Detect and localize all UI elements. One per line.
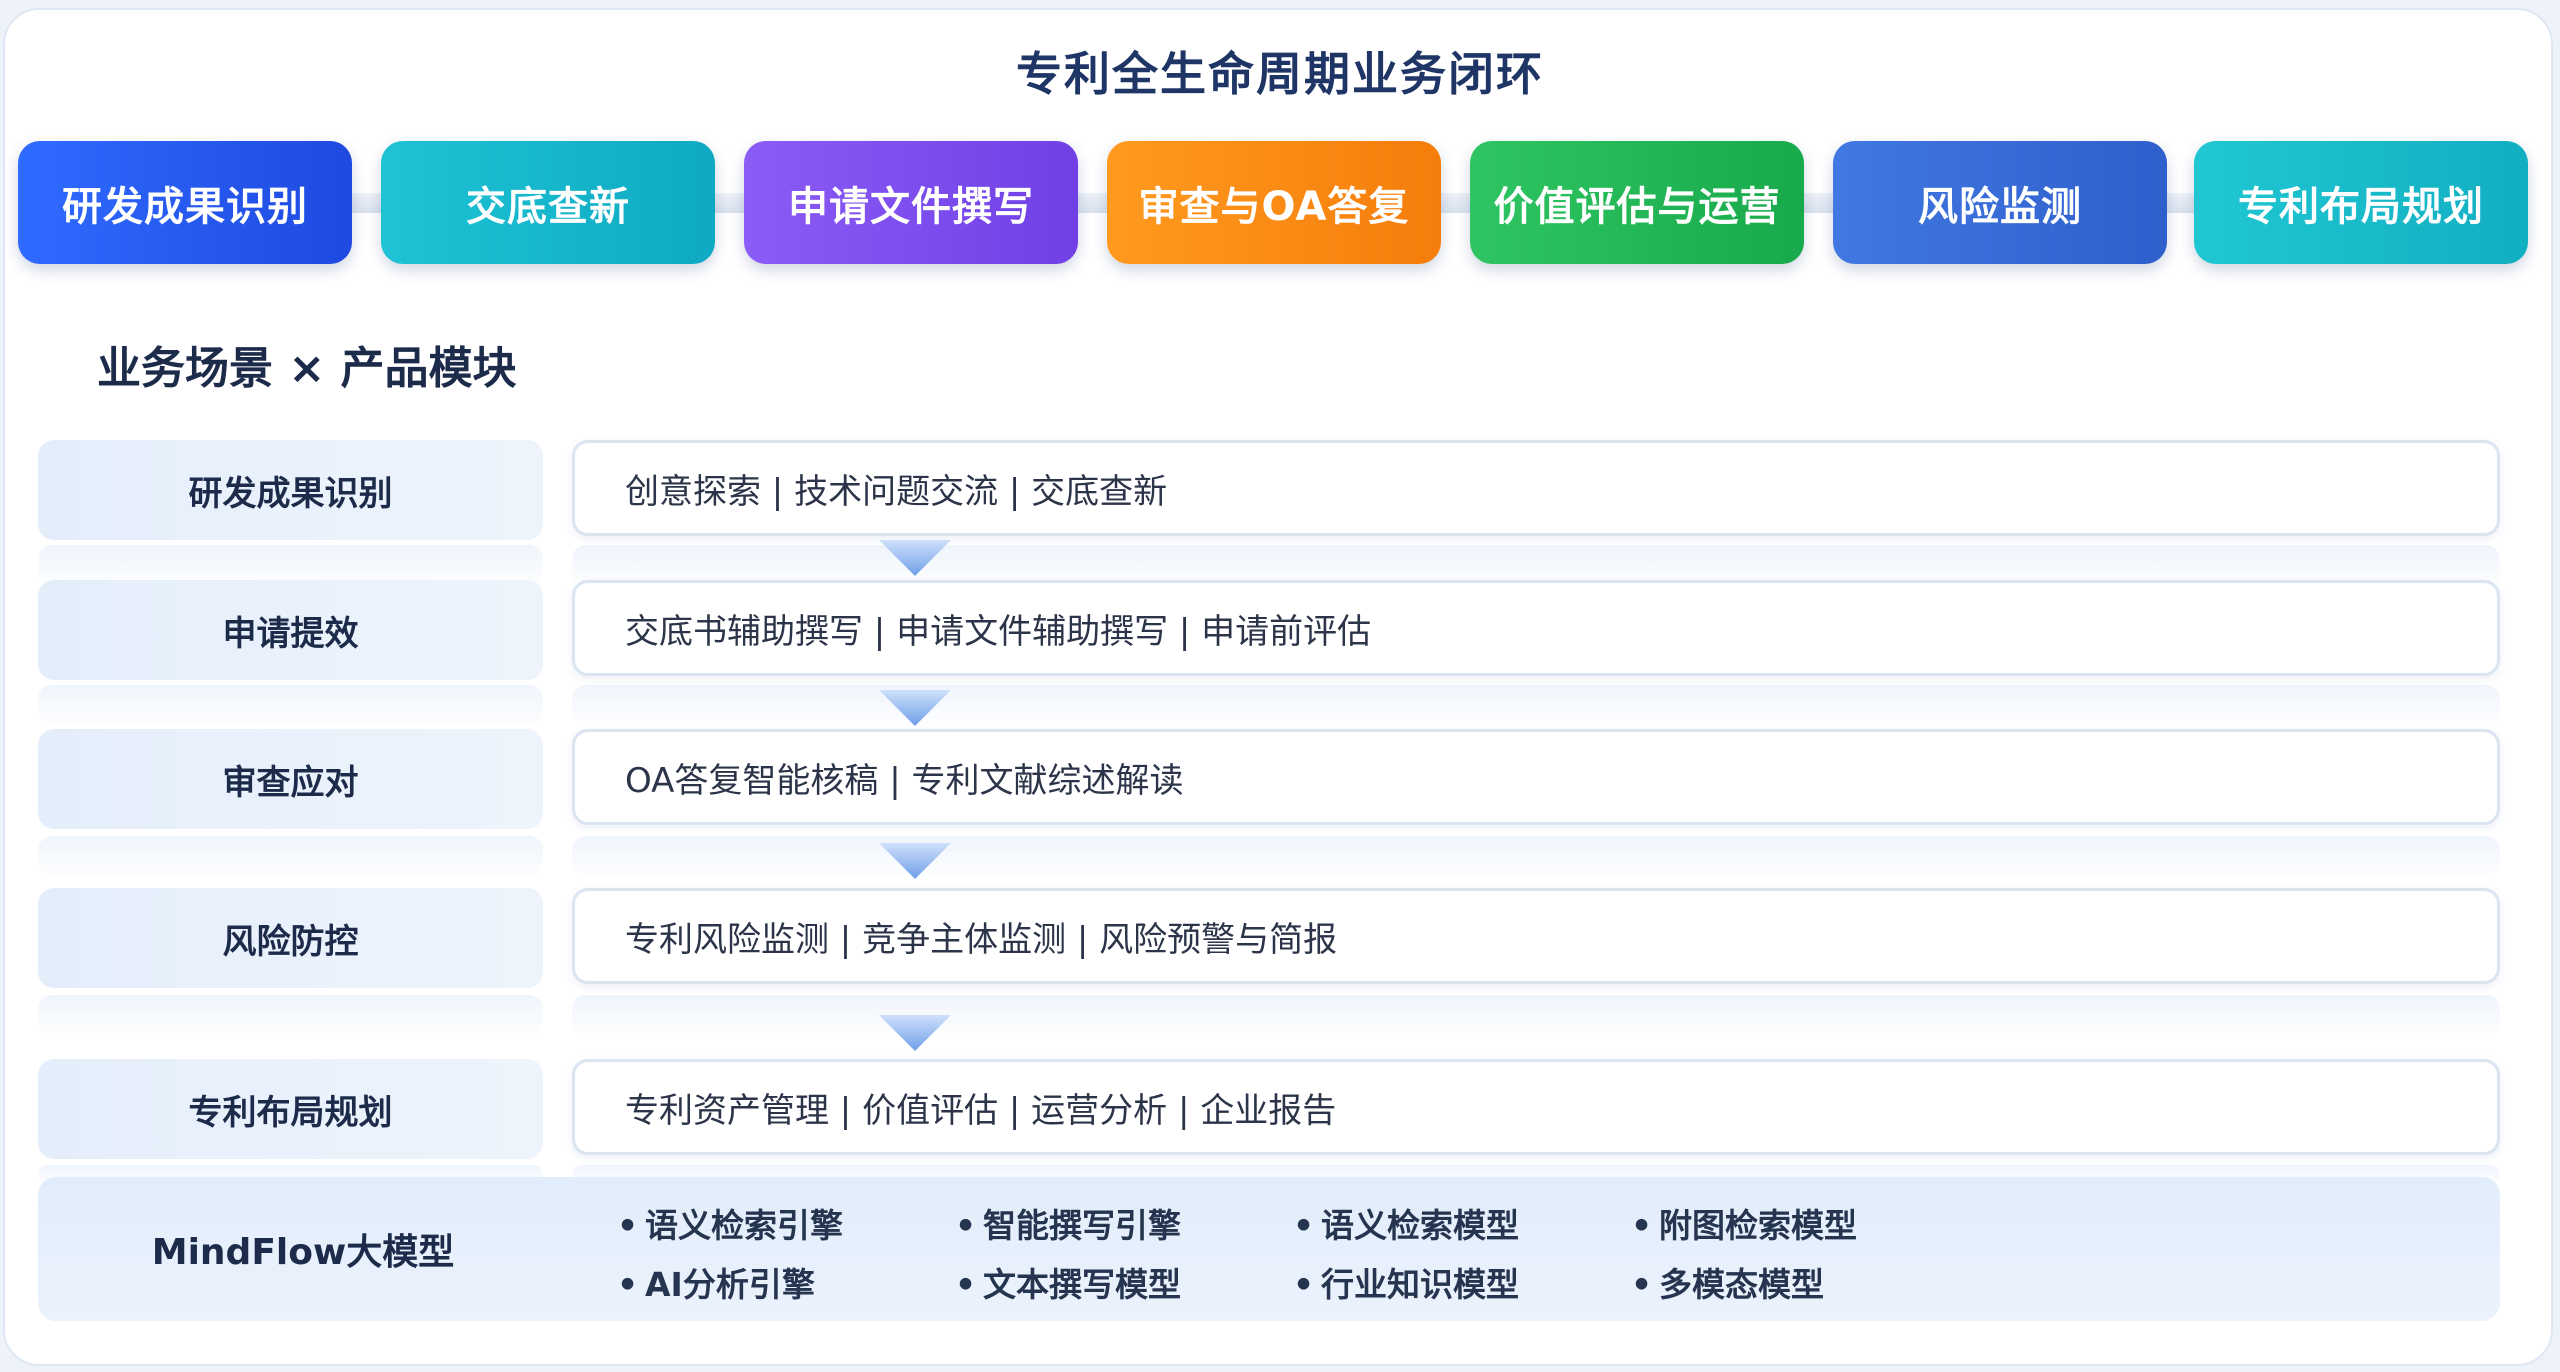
stage-risk-monitoring[interactable]: 风险监测 bbox=[1833, 141, 2167, 264]
scenario-label-portfolio: 专利布局规划 bbox=[38, 1059, 543, 1159]
engine-item: 语义检索引擎 bbox=[617, 1199, 843, 1247]
engine-item: 文本撰写模型 bbox=[955, 1258, 1181, 1306]
scenario-label-examination: 审查应对 bbox=[38, 729, 543, 829]
scenario-label-application: 申请提效 bbox=[38, 580, 543, 680]
flow-arrow-down-icon bbox=[879, 843, 951, 879]
row-separator bbox=[38, 685, 543, 725]
engine-item: 行业知识模型 bbox=[1293, 1258, 1519, 1306]
scenario-label-rd: 研发成果识别 bbox=[38, 440, 543, 540]
scenario-modules-examination: OA答复智能核稿 | 专利文献综述解读 bbox=[572, 729, 2500, 825]
flow-arrow-down-icon bbox=[879, 1015, 951, 1051]
scenario-modules-risk: 专利风险监测 | 竞争主体监测 | 风险预警与简报 bbox=[572, 888, 2500, 984]
engine-item: 智能撰写引擎 bbox=[955, 1199, 1181, 1247]
flow-arrow-down-icon bbox=[879, 690, 951, 726]
stage-portfolio-planning[interactable]: 专利布局规划 bbox=[2194, 141, 2528, 264]
stage-disclosure-search[interactable]: 交底查新 bbox=[381, 141, 715, 264]
stage-rd-identification[interactable]: 研发成果识别 bbox=[18, 141, 352, 264]
scenario-label-risk: 风险防控 bbox=[38, 888, 543, 988]
stage-examination-oa[interactable]: 审查与OA答复 bbox=[1107, 141, 1441, 264]
scenario-modules-portfolio: 专利资产管理 | 价值评估 | 运营分析 | 企业报告 bbox=[572, 1059, 2500, 1155]
lifecycle-stages: 研发成果识别 交底查新 申请文件撰写 审查与OA答复 价值评估与运营 风险监测 … bbox=[18, 141, 2528, 264]
row-separator bbox=[38, 836, 543, 876]
engine-label: MindFlow大模型 bbox=[151, 1232, 455, 1273]
row-separator bbox=[572, 685, 2500, 725]
engine-item: 多模态模型 bbox=[1631, 1258, 1824, 1306]
section-title: 业务场景 × 产品模块 bbox=[97, 343, 517, 394]
engine-item: 附图检索模型 bbox=[1631, 1199, 1857, 1247]
scenario-modules-application: 交底书辅助撰写 | 申请文件辅助撰写 | 申请前评估 bbox=[572, 580, 2500, 676]
row-separator bbox=[38, 545, 543, 585]
row-separator bbox=[38, 995, 543, 1035]
row-separator bbox=[572, 995, 2500, 1035]
engine-item: AI分析引擎 bbox=[617, 1258, 815, 1306]
stage-valuation-operation[interactable]: 价值评估与运营 bbox=[1470, 141, 1804, 264]
engine-item: 语义检索模型 bbox=[1293, 1199, 1519, 1247]
scenario-modules-rd: 创意探索 | 技术问题交流 | 交底查新 bbox=[572, 440, 2500, 536]
row-separator bbox=[572, 836, 2500, 876]
flow-arrow-down-icon bbox=[879, 540, 951, 576]
diagram-title: 专利全生命周期业务闭环 bbox=[1016, 47, 1544, 101]
row-separator bbox=[572, 545, 2500, 585]
stage-application-drafting[interactable]: 申请文件撰写 bbox=[744, 141, 1078, 264]
